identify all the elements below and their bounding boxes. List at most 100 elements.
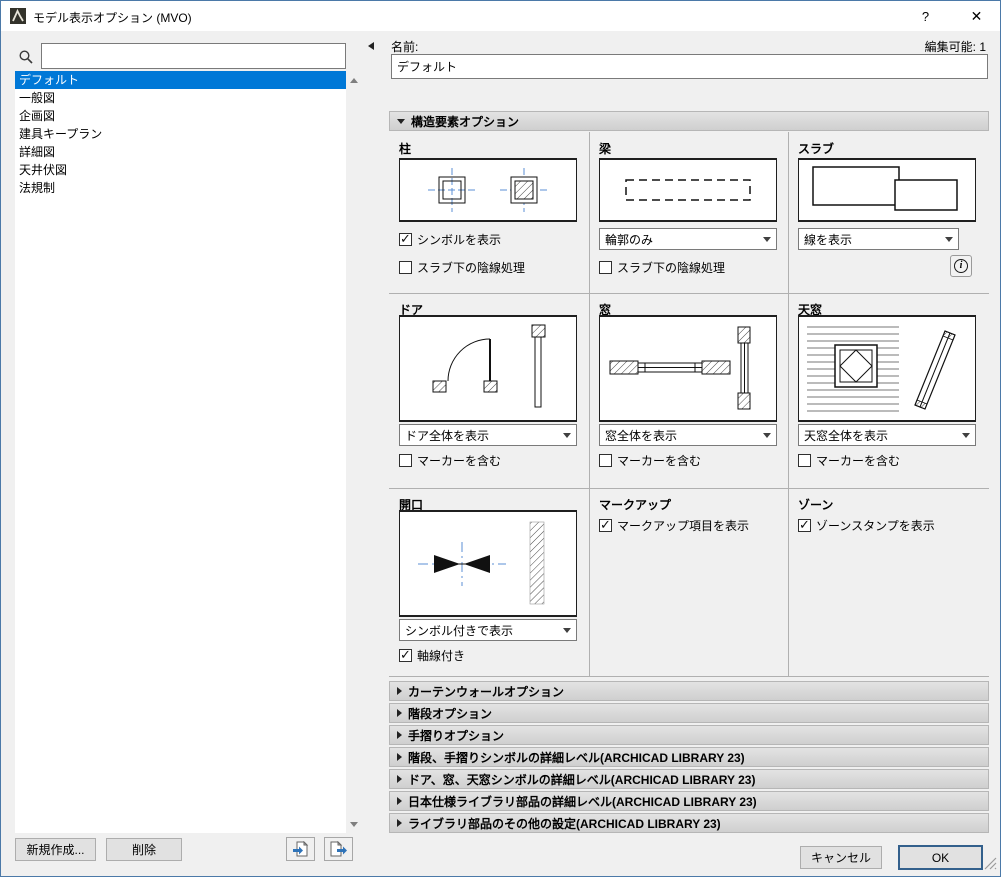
checkbox-label: ゾーンスタンプを表示 bbox=[816, 517, 935, 534]
import-icon bbox=[292, 841, 310, 857]
search-input[interactable] bbox=[41, 43, 346, 69]
chevron-down-icon bbox=[558, 433, 576, 438]
opening-axis-checkbox[interactable]: 軸線付き bbox=[399, 647, 465, 663]
chevron-right-icon bbox=[397, 775, 402, 783]
section-title: 日本仕様ライブラリ部品の詳細レベル(ARCHICAD LIBRARY 23) bbox=[408, 793, 757, 810]
model-view-options-dialog: モデル表示オプション (MVO) ? ✕ デフォルト 一般図 企画図 建具キープ… bbox=[0, 0, 1001, 877]
info-button[interactable]: i bbox=[950, 255, 972, 277]
beam-title: 梁 bbox=[599, 140, 611, 157]
door-options-cell: ドア ドア全体を表示 マーカーを含む bbox=[389, 293, 589, 488]
delete-button[interactable]: 削除 bbox=[106, 838, 182, 861]
chevron-down-icon bbox=[758, 237, 776, 242]
import-button[interactable] bbox=[286, 837, 315, 861]
chevron-right-icon bbox=[397, 731, 402, 739]
slab-preview-image bbox=[798, 158, 976, 222]
list-item[interactable]: 詳細図 bbox=[15, 143, 346, 161]
window-title: モデル表示オプション (MVO) bbox=[33, 9, 192, 26]
japanese-library-detail-section-header[interactable]: 日本仕様ライブラリ部品の詳細レベル(ARCHICAD LIBRARY 23) bbox=[389, 791, 989, 811]
list-item[interactable]: 企画図 bbox=[15, 107, 346, 125]
beam-display-dropdown[interactable]: 輪郭のみ bbox=[599, 228, 777, 250]
zone-show-stamp-checkbox[interactable]: ゾーンスタンプを表示 bbox=[798, 517, 935, 533]
mvo-combination-list: デフォルト 一般図 企画図 建具キープラン 詳細図 天井伏図 法規制 bbox=[15, 71, 346, 833]
archicad-app-icon bbox=[10, 8, 26, 24]
chevron-right-icon bbox=[397, 687, 402, 695]
checkbox-icon[interactable] bbox=[798, 519, 811, 532]
beam-slab-hidden-line-checkbox[interactable]: スラブ下の陰線処理 bbox=[599, 259, 725, 275]
markup-options-cell: マークアップ マークアップ項目を表示 bbox=[589, 488, 788, 677]
checkbox-icon[interactable] bbox=[399, 233, 412, 246]
slab-options-cell: スラブ 線を表示 i bbox=[788, 132, 989, 293]
list-item[interactable]: 建具キープラン bbox=[15, 125, 346, 143]
checkbox-label: スラブ下の陰線処理 bbox=[417, 259, 525, 276]
checkbox-icon[interactable] bbox=[599, 519, 612, 532]
checkbox-icon[interactable] bbox=[399, 261, 412, 274]
help-icon: ? bbox=[922, 9, 929, 24]
export-button[interactable] bbox=[324, 837, 353, 861]
editable-status: 編集可能: 1 bbox=[925, 38, 986, 55]
slab-line-dropdown[interactable]: 線を表示 bbox=[798, 228, 959, 250]
titlebar: モデル表示オプション (MVO) ? ✕ bbox=[1, 1, 1000, 31]
checkbox-icon[interactable] bbox=[399, 454, 412, 467]
markup-show-items-checkbox[interactable]: マークアップ項目を表示 bbox=[599, 517, 749, 533]
stair-railing-symbol-detail-section-header[interactable]: 階段、手摺りシンボルの詳細レベル(ARCHICAD LIBRARY 23) bbox=[389, 747, 989, 767]
column-show-symbol-checkbox[interactable]: シンボルを表示 bbox=[399, 231, 501, 247]
section-title: 手摺りオプション bbox=[408, 727, 504, 744]
name-label: 名前: bbox=[391, 38, 418, 55]
ok-button[interactable]: OK bbox=[898, 845, 983, 870]
checkbox-icon[interactable] bbox=[599, 261, 612, 274]
structure-options-panel: 柱 シンボルを表示 スラブ下の陰線処理 bbox=[389, 132, 989, 677]
curtain-wall-options-section-header[interactable]: カーテンウォールオプション bbox=[389, 681, 989, 701]
checkbox-icon[interactable] bbox=[599, 454, 612, 467]
list-scrollbar[interactable] bbox=[346, 71, 362, 833]
column-slab-hidden-line-checkbox[interactable]: スラブ下の陰線処理 bbox=[399, 259, 525, 275]
list-item[interactable]: デフォルト bbox=[15, 71, 346, 89]
resize-grip[interactable] bbox=[984, 857, 997, 873]
checkbox-label: マークアップ項目を表示 bbox=[617, 517, 749, 534]
new-button[interactable]: 新規作成... bbox=[15, 838, 96, 861]
checkbox-label: マーカーを含む bbox=[417, 452, 501, 469]
checkbox-label: シンボルを表示 bbox=[417, 231, 501, 248]
window-preview-image bbox=[599, 315, 777, 422]
window-include-marker-checkbox[interactable]: マーカーを含む bbox=[599, 452, 701, 468]
chevron-right-icon bbox=[397, 709, 402, 717]
door-include-marker-checkbox[interactable]: マーカーを含む bbox=[399, 452, 501, 468]
collapse-panel-icon[interactable] bbox=[368, 42, 374, 50]
search-icon bbox=[18, 49, 34, 65]
section-title: ライブラリ部品のその他の設定(ARCHICAD LIBRARY 23) bbox=[408, 815, 721, 832]
close-button[interactable]: ✕ bbox=[954, 1, 999, 31]
list-item[interactable]: 法規制 bbox=[15, 179, 346, 197]
chevron-down-icon bbox=[957, 433, 975, 438]
help-button[interactable]: ? bbox=[903, 1, 948, 31]
checkbox-label: 軸線付き bbox=[417, 647, 465, 664]
scroll-up-icon[interactable] bbox=[346, 72, 362, 88]
section-title: カーテンウォールオプション bbox=[408, 683, 564, 700]
opening-display-dropdown[interactable]: シンボル付きで表示 bbox=[399, 619, 577, 641]
window-display-dropdown[interactable]: 窓全体を表示 bbox=[599, 424, 777, 446]
railing-options-section-header[interactable]: 手摺りオプション bbox=[389, 725, 989, 745]
structure-options-section-header[interactable]: 構造要素オプション bbox=[389, 111, 989, 131]
stair-options-section-header[interactable]: 階段オプション bbox=[389, 703, 989, 723]
list-item[interactable]: 天井伏図 bbox=[15, 161, 346, 179]
scroll-down-icon[interactable] bbox=[346, 816, 362, 832]
name-input[interactable] bbox=[391, 54, 988, 79]
skylight-display-dropdown[interactable]: 天窓全体を表示 bbox=[798, 424, 976, 446]
cancel-button[interactable]: キャンセル bbox=[800, 846, 882, 869]
skylight-include-marker-checkbox[interactable]: マーカーを含む bbox=[798, 452, 900, 468]
chevron-down-icon bbox=[940, 237, 958, 242]
chevron-down-icon bbox=[558, 628, 576, 633]
zone-title: ゾーン bbox=[798, 496, 833, 513]
list-item[interactable]: 一般図 bbox=[15, 89, 346, 107]
chevron-right-icon bbox=[397, 797, 402, 805]
skylight-options-cell: 天窓 bbox=[788, 293, 989, 488]
door-display-dropdown[interactable]: ドア全体を表示 bbox=[399, 424, 577, 446]
chevron-down-icon bbox=[397, 119, 405, 124]
column-title: 柱 bbox=[399, 140, 411, 157]
door-window-skylight-symbol-detail-section-header[interactable]: ドア、窓、天窓シンボルの詳細レベル(ARCHICAD LIBRARY 23) bbox=[389, 769, 989, 789]
section-title: 階段オプション bbox=[408, 705, 492, 722]
chevron-right-icon bbox=[397, 753, 402, 761]
slab-title: スラブ bbox=[798, 140, 834, 157]
library-misc-settings-section-header[interactable]: ライブラリ部品のその他の設定(ARCHICAD LIBRARY 23) bbox=[389, 813, 989, 833]
checkbox-icon[interactable] bbox=[399, 649, 412, 662]
chevron-right-icon bbox=[397, 819, 402, 827]
checkbox-icon[interactable] bbox=[798, 454, 811, 467]
